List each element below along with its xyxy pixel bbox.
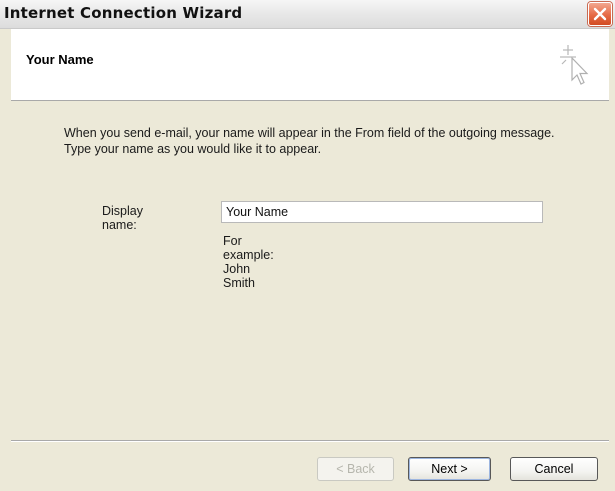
instructions-line-1: When you send e-mail, your name will app… <box>64 126 555 140</box>
window-title: Internet Connection Wizard <box>4 4 243 22</box>
wizard-cursor-sparkle-icon <box>560 45 589 85</box>
back-button[interactable]: < Back <box>317 457 394 481</box>
footer-separator <box>11 440 609 442</box>
instructions-text: When you send e-mail, your name will app… <box>64 125 594 157</box>
title-bar[interactable]: Internet Connection Wizard <box>0 0 615 29</box>
cancel-button[interactable]: Cancel <box>510 457 598 481</box>
display-name-input[interactable] <box>221 201 543 223</box>
next-button[interactable]: Next > <box>408 457 491 481</box>
display-name-label: Display name: <box>102 204 143 232</box>
close-button[interactable] <box>588 2 612 26</box>
wizard-window: Internet Connection Wizard Your Name Whe… <box>0 0 615 491</box>
instructions-line-2: Type your name as you would like it to a… <box>64 142 322 156</box>
example-text: For example: John Smith <box>223 234 274 290</box>
wizard-header <box>11 29 609 101</box>
close-icon <box>593 7 607 21</box>
page-title: Your Name <box>26 52 94 67</box>
